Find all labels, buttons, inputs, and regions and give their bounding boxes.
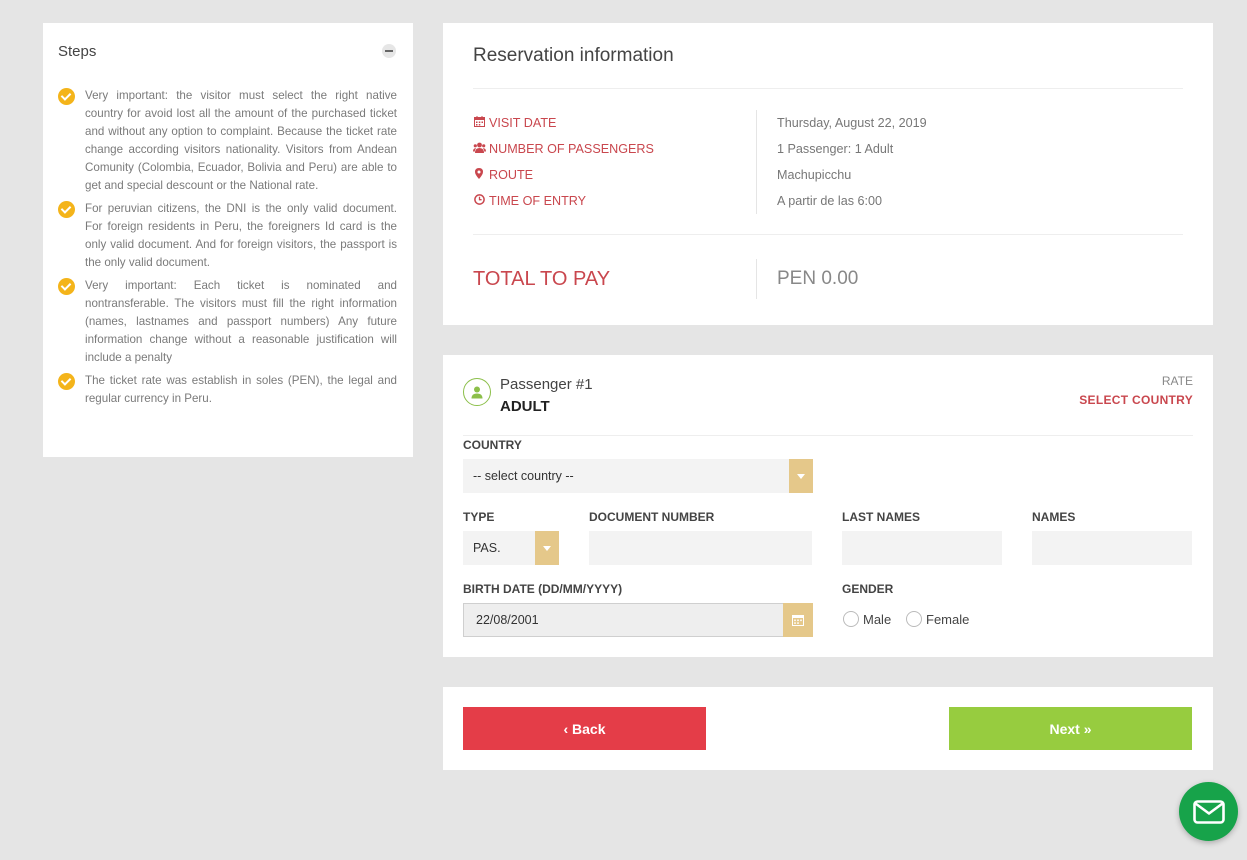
envelope-icon <box>1192 799 1225 824</box>
check-icon <box>58 373 75 390</box>
birth-date-input[interactable]: 22/08/2001 <box>463 603 813 637</box>
total-value: PEN 0.00 <box>777 268 859 289</box>
route-label-row: ROUTE <box>473 162 756 188</box>
chevron-down-icon <box>789 459 813 493</box>
rate-label: RATE <box>1161 374 1193 388</box>
passengers-label-row: NUMBER OF PASSENGERS <box>473 136 756 162</box>
time-label: TIME OF ENTRY <box>489 194 587 208</box>
birth-date-label: BIRTH DATE (DD/MM/YYYY) <box>463 582 623 596</box>
rate-value: SELECT COUNTRY <box>1079 393 1193 407</box>
collapse-icon[interactable] <box>382 44 396 58</box>
visit-date-value: Thursday, August 22, 2019 <box>777 116 927 130</box>
check-icon <box>58 201 75 218</box>
list-item: Very important: Each ticket is nominated… <box>58 277 397 367</box>
doc-type-label: TYPE <box>463 510 495 524</box>
gender-label: GENDER <box>842 582 894 596</box>
total-label: TOTAL TO PAY <box>473 259 757 299</box>
radio-circle[interactable] <box>906 611 922 627</box>
reservation-title: Reservation information <box>473 23 1183 89</box>
passenger-type: ADULT <box>500 398 550 415</box>
reservation-values: Thursday, August 22, 2019 1 Passenger: 1… <box>757 110 927 234</box>
birth-date-value: 22/08/2001 <box>476 613 539 627</box>
gender-female-radio[interactable]: Female <box>906 611 969 627</box>
step-text: For peruvian citizens, the DNI is the on… <box>85 202 397 269</box>
steps-header: Steps <box>58 23 397 79</box>
check-icon <box>58 88 75 105</box>
gender-male-radio[interactable]: Male <box>843 611 891 627</box>
passenger-title: Passenger #1 <box>500 376 593 393</box>
doc-number-label: DOCUMENT NUMBER <box>589 510 715 524</box>
gender-female-label: Female <box>926 611 970 627</box>
passengers-label: NUMBER OF PASSENGERS <box>489 142 654 156</box>
gender-male-label: Male <box>863 611 892 627</box>
visit-date-label: VISIT DATE <box>489 116 557 130</box>
doc-type-value: PAS. <box>473 541 501 555</box>
check-icon <box>58 278 75 295</box>
steps-list: Very important: the visitor must select … <box>58 87 397 408</box>
steps-panel: Steps Very important: the visitor must s… <box>43 23 413 457</box>
total-row: TOTAL TO PAY PEN 0.00 <box>473 235 1183 323</box>
country-select[interactable]: -- select country -- <box>463 459 813 493</box>
last-names-input[interactable] <box>842 531 1002 565</box>
clock-icon <box>473 194 485 208</box>
country-select-value: -- select country -- <box>473 469 574 483</box>
time-value: A partir de las 6:00 <box>777 194 883 208</box>
doc-number-input[interactable] <box>589 531 812 565</box>
user-icon <box>463 378 491 406</box>
step-text: Very important: Each ticket is nominated… <box>85 279 397 364</box>
reservation-panel: Reservation information VISIT DATE NUMBE… <box>443 23 1213 325</box>
list-item: The ticket rate was establish in soles (… <box>58 372 397 408</box>
steps-title: Steps <box>58 42 97 60</box>
passengers-value: 1 Passenger: 1 Adult <box>777 142 894 156</box>
map-marker-icon <box>473 168 485 182</box>
passenger-panel: Passenger #1 ADULT RATE SELECT COUNTRY C… <box>443 355 1213 657</box>
list-item: For peruvian citizens, the DNI is the on… <box>58 200 397 272</box>
reservation-labels: VISIT DATE NUMBER OF PASSENGERS ROUTE TI… <box>473 110 757 214</box>
back-button[interactable]: ‹ Back <box>463 707 706 750</box>
route-label: ROUTE <box>489 168 534 182</box>
doc-type-select[interactable]: PAS. <box>463 531 559 565</box>
last-names-label: LAST NAMES <box>842 510 920 524</box>
reservation-details: VISIT DATE NUMBER OF PASSENGERS ROUTE TI… <box>473 89 1183 235</box>
step-text: The ticket rate was establish in soles (… <box>85 374 397 405</box>
passenger-header: Passenger #1 ADULT RATE SELECT COUNTRY <box>463 355 1193 436</box>
users-icon <box>473 142 486 156</box>
calendar-icon[interactable] <box>783 603 813 637</box>
names-label: NAMES <box>1032 510 1076 524</box>
visit-date-label-row: VISIT DATE <box>473 110 756 136</box>
route-value: Machupicchu <box>777 168 852 182</box>
navigation-panel: ‹ Back Next » <box>443 687 1213 770</box>
calendar-icon <box>473 116 485 130</box>
chevron-down-icon <box>535 531 559 565</box>
next-button[interactable]: Next » <box>949 707 1192 750</box>
time-label-row: TIME OF ENTRY <box>473 188 756 214</box>
names-input[interactable] <box>1032 531 1192 565</box>
radio-circle[interactable] <box>843 611 859 627</box>
step-text: Very important: the visitor must select … <box>85 89 397 192</box>
mail-button[interactable] <box>1179 782 1238 841</box>
list-item: Very important: the visitor must select … <box>58 87 397 195</box>
country-label: COUNTRY <box>463 438 522 452</box>
